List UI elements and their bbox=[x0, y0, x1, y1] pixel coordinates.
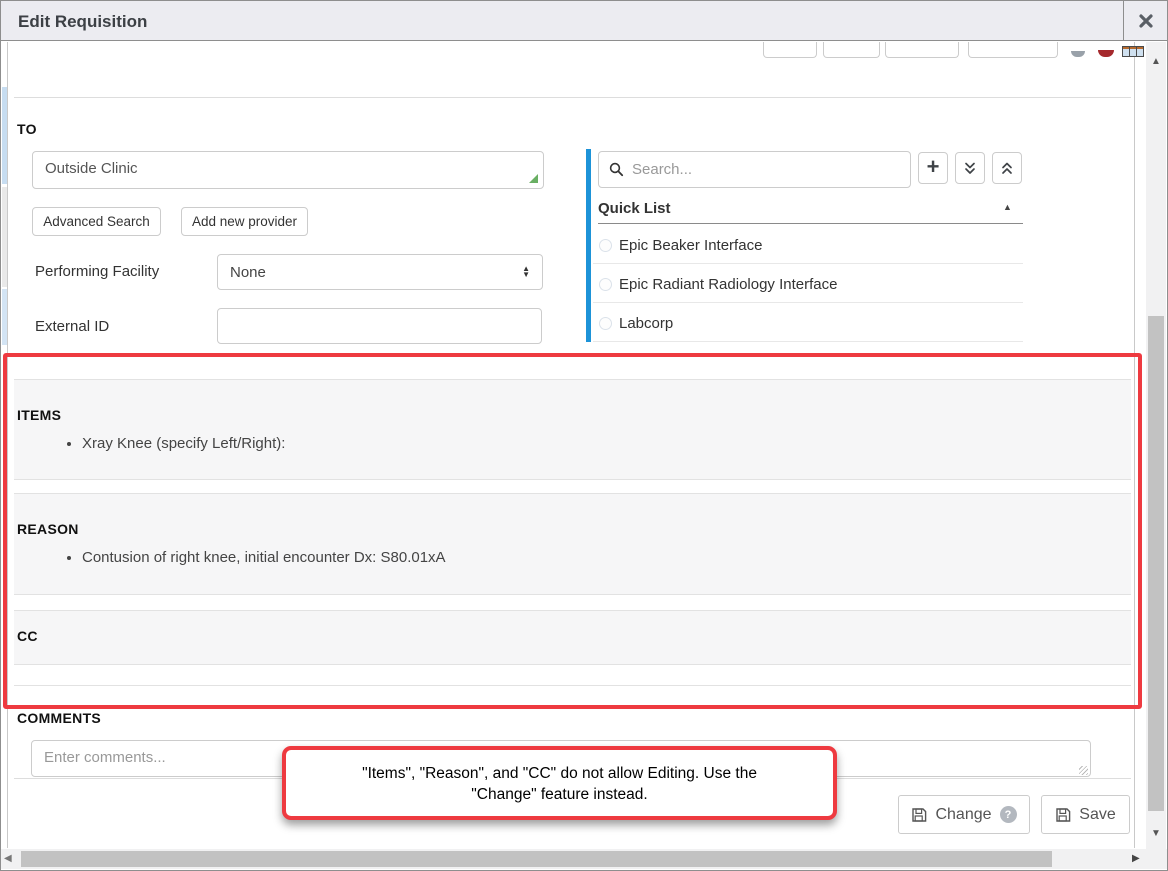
chevron-double-up-icon bbox=[1000, 161, 1014, 176]
horizontal-scrollbar[interactable]: ◀ ▶ bbox=[1, 849, 1146, 869]
divider bbox=[598, 223, 1023, 224]
scroll-right-arrow-icon[interactable]: ▶ bbox=[1132, 853, 1140, 864]
annotation-text-line1: "Items", "Reason", and "CC" do not allow… bbox=[286, 763, 833, 784]
quick-list-item[interactable]: Epic Radiant Radiology Interface bbox=[593, 265, 1023, 304]
plus-icon: + bbox=[927, 154, 940, 180]
add-provider-button[interactable]: + bbox=[918, 152, 948, 184]
select-arrows-icon: ▲▼ bbox=[522, 266, 530, 278]
clipped-calendar-icon bbox=[1122, 46, 1144, 57]
scroll-down-arrow-icon[interactable]: ▼ bbox=[1146, 828, 1166, 839]
divider bbox=[14, 685, 1131, 686]
radio-icon bbox=[599, 317, 612, 330]
dialog-title: Edit Requisition bbox=[18, 12, 147, 32]
edit-requisition-dialog: Edit Requisition TO Outside Clinic Advan… bbox=[0, 0, 1168, 871]
cc-section: CC bbox=[14, 610, 1131, 665]
textarea-resize-grip[interactable] bbox=[1079, 766, 1088, 775]
close-button[interactable] bbox=[1123, 1, 1168, 41]
advanced-search-button[interactable]: Advanced Search bbox=[32, 207, 161, 236]
vertical-scrollbar-thumb[interactable] bbox=[1148, 316, 1164, 811]
clipped-toolbar-button[interactable] bbox=[968, 42, 1058, 58]
clipped-content-sliver bbox=[2, 289, 7, 345]
scroll-up-arrow-icon[interactable]: ▲ bbox=[1146, 56, 1166, 67]
performing-facility-select[interactable]: None ▲▼ bbox=[217, 254, 543, 290]
divider bbox=[593, 341, 1023, 342]
annotation-callout: "Items", "Reason", and "CC" do not allow… bbox=[282, 746, 837, 820]
clipped-toolbar-button[interactable] bbox=[885, 42, 959, 58]
external-id-label: External ID bbox=[35, 318, 109, 335]
clipped-toolbar-button[interactable] bbox=[823, 42, 880, 58]
recipient-textarea[interactable]: Outside Clinic bbox=[32, 151, 544, 189]
help-icon[interactable]: ? bbox=[1000, 806, 1017, 823]
quick-list-accent-bar bbox=[586, 149, 591, 342]
reason-section: REASON Contusion of right knee, initial … bbox=[14, 493, 1131, 595]
performing-facility-label: Performing Facility bbox=[35, 263, 159, 280]
scrollbar-corner bbox=[1146, 849, 1168, 869]
comments-heading: COMMENTS bbox=[17, 710, 101, 726]
to-section-label: TO bbox=[17, 121, 37, 137]
provider-search-box bbox=[598, 151, 911, 188]
clipped-content-sliver bbox=[2, 187, 7, 287]
clipped-content-sliver bbox=[2, 87, 7, 184]
dialog-header: Edit Requisition bbox=[1, 1, 1168, 41]
external-id-input[interactable] bbox=[217, 308, 542, 344]
chevron-double-down-icon bbox=[963, 161, 977, 176]
close-icon bbox=[1138, 13, 1154, 29]
horizontal-scrollbar-thumb[interactable] bbox=[21, 851, 1052, 867]
quick-list-item[interactable]: Labcorp bbox=[593, 304, 1023, 343]
save-icon bbox=[911, 807, 927, 823]
change-button[interactable]: Change ? bbox=[898, 795, 1030, 834]
clipped-status-icon bbox=[1071, 51, 1085, 57]
performing-facility-value: None bbox=[230, 264, 266, 281]
search-icon bbox=[609, 162, 624, 177]
clipped-alert-icon bbox=[1098, 50, 1114, 57]
vertical-scrollbar[interactable]: ▲ ▼ bbox=[1146, 42, 1166, 849]
save-icon bbox=[1055, 807, 1071, 823]
add-new-provider-button[interactable]: Add new provider bbox=[181, 207, 308, 236]
clipped-toolbar-button[interactable] bbox=[763, 42, 817, 58]
divider bbox=[593, 302, 1023, 303]
reason-entry: Contusion of right knee, initial encount… bbox=[82, 549, 1131, 566]
items-heading: ITEMS bbox=[17, 407, 1131, 423]
radio-icon bbox=[599, 278, 612, 291]
items-entry: Xray Knee (specify Left/Right): bbox=[82, 435, 1131, 452]
content-left-border bbox=[7, 42, 8, 848]
collapse-all-button[interactable] bbox=[992, 152, 1022, 184]
divider bbox=[14, 97, 1131, 98]
items-section: ITEMS Xray Knee (specify Left/Right): bbox=[14, 379, 1131, 480]
radio-icon bbox=[599, 239, 612, 252]
quick-list-title: Quick List bbox=[598, 200, 671, 217]
content-right-border bbox=[1134, 42, 1135, 848]
save-button[interactable]: Save bbox=[1041, 795, 1130, 834]
quick-list-item[interactable]: Epic Beaker Interface bbox=[593, 226, 1023, 265]
reason-heading: REASON bbox=[17, 521, 1131, 537]
collapse-arrow-icon[interactable]: ▲ bbox=[1003, 202, 1012, 212]
cc-heading: CC bbox=[17, 628, 1131, 644]
expand-all-button[interactable] bbox=[955, 152, 985, 184]
textarea-resize-grip[interactable] bbox=[529, 174, 538, 183]
divider bbox=[593, 263, 1023, 264]
scroll-left-arrow-icon[interactable]: ◀ bbox=[4, 853, 12, 864]
provider-search-input[interactable] bbox=[624, 161, 910, 178]
annotation-text-line2: "Change" feature instead. bbox=[286, 784, 833, 805]
